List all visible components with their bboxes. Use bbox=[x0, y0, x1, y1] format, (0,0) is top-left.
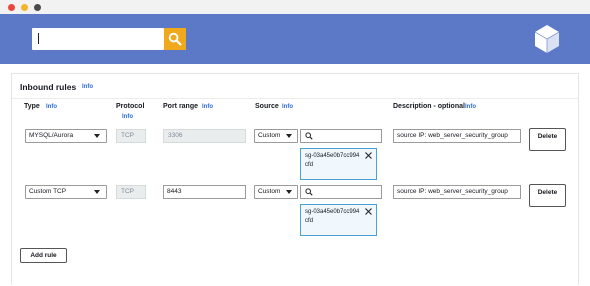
protocol-field: TCP bbox=[116, 129, 146, 143]
delete-rule-button[interactable]: Delete bbox=[529, 184, 566, 207]
app-window: Inbound rules Info Type Info Protocol In… bbox=[0, 0, 590, 286]
source-type-value: Custom bbox=[258, 132, 281, 139]
source-type-select[interactable]: Custom bbox=[254, 129, 298, 143]
search-icon bbox=[305, 188, 313, 196]
minimize-window-button[interactable] bbox=[21, 4, 28, 11]
panel-info-link[interactable]: Info bbox=[82, 84, 93, 90]
port-range-input[interactable]: 8443 bbox=[163, 185, 246, 199]
source-type-value: Custom bbox=[258, 188, 281, 195]
type-select-value: MYSQL/Aurora bbox=[29, 132, 74, 139]
port-range-info-link[interactable]: Info bbox=[202, 104, 213, 110]
source-search-input[interactable] bbox=[300, 185, 382, 199]
column-header-protocol: Protocol bbox=[116, 103, 145, 110]
search-button[interactable] bbox=[164, 28, 186, 50]
description-input[interactable]: source IP: web_server_security_group bbox=[393, 129, 521, 143]
description-input[interactable]: source IP: web_server_security_group bbox=[393, 185, 521, 199]
caret-down-icon bbox=[94, 190, 100, 194]
caret-down-icon bbox=[94, 134, 100, 138]
panel-header: Inbound rules Info bbox=[12, 74, 578, 99]
description-info-link[interactable]: Info bbox=[465, 104, 476, 110]
source-token-label: sg-03a45e0b7cc994cfd bbox=[305, 153, 360, 168]
panel-title: Inbound rules bbox=[20, 82, 77, 92]
column-header-port-range: Port range bbox=[163, 103, 199, 110]
search-input[interactable] bbox=[32, 28, 164, 50]
source-type-select[interactable]: Custom bbox=[254, 185, 298, 199]
add-rule-button[interactable]: Add rule bbox=[20, 248, 67, 263]
source-token: sg-03a45e0b7cc994cfd bbox=[300, 148, 377, 180]
type-info-link[interactable]: Info bbox=[46, 104, 57, 110]
caret-down-icon bbox=[286, 190, 292, 194]
port-range-field: 3306 bbox=[163, 129, 246, 143]
protocol-field: TCP bbox=[116, 185, 146, 199]
close-icon[interactable] bbox=[365, 152, 372, 159]
window-titlebar bbox=[0, 0, 590, 14]
caret-down-icon bbox=[286, 134, 292, 138]
delete-rule-button[interactable]: Delete bbox=[529, 128, 566, 151]
close-window-button[interactable] bbox=[8, 4, 15, 11]
search-icon bbox=[168, 32, 182, 46]
source-token-label: sg-03a45e0b7cc994cfd bbox=[305, 209, 360, 224]
close-icon[interactable] bbox=[365, 208, 372, 215]
top-header bbox=[0, 14, 590, 64]
column-header-description: Description - optional bbox=[393, 103, 465, 110]
source-search-input[interactable] bbox=[300, 129, 382, 143]
maximize-window-button[interactable] bbox=[34, 4, 41, 11]
protocol-info-link[interactable]: Info bbox=[122, 114, 133, 120]
column-header-source: Source bbox=[255, 103, 279, 110]
search-icon bbox=[305, 132, 313, 140]
source-info-link[interactable]: Info bbox=[282, 104, 293, 110]
type-select-value: Custom TCP bbox=[29, 188, 67, 195]
type-select[interactable]: MYSQL/Aurora bbox=[25, 129, 107, 143]
type-select[interactable]: Custom TCP bbox=[25, 185, 107, 199]
column-header-type: Type bbox=[24, 103, 40, 110]
source-token: sg-03a45e0b7cc994cfd bbox=[300, 204, 377, 236]
text-cursor bbox=[38, 33, 39, 44]
cube-icon bbox=[534, 25, 560, 53]
inbound-rules-panel: Inbound rules Info Type Info Protocol In… bbox=[11, 73, 579, 285]
